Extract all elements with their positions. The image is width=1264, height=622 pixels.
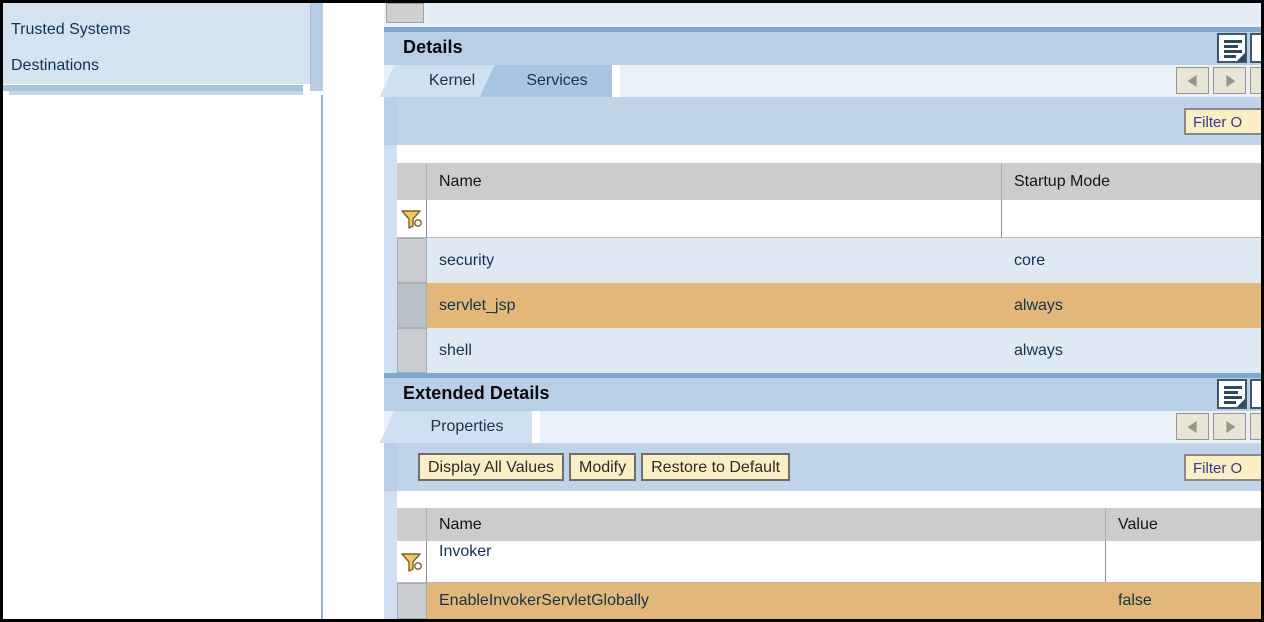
details-tabstrip: Kernel Services <box>379 65 1261 97</box>
modify-button[interactable]: Modify <box>568 453 637 481</box>
top-partial-row <box>384 3 1261 28</box>
document-list-icon[interactable] <box>1217 33 1247 63</box>
extended-details-toolbar-inner: Display All Values Modify Restore to Def… <box>397 443 1261 491</box>
details-row-selector[interactable] <box>397 238 427 283</box>
extended-details-tab-nav <box>1176 413 1261 440</box>
table-row[interactable]: EnableInvokerServletGlobally false <box>397 583 1261 619</box>
extended-details-tabstrip: Properties <box>379 411 1261 443</box>
details-header-selector-cell <box>397 163 427 200</box>
details-cell-name: servlet_jsp <box>439 296 516 314</box>
details-toolbar-inner: Filter O <box>397 97 1261 145</box>
details-cell-startup-mode: core <box>1014 251 1046 269</box>
sidebar-right-fill <box>310 3 323 91</box>
tab-properties[interactable]: Properties <box>379 411 532 443</box>
details-toolbar: Filter O <box>384 97 1261 145</box>
extended-details-column-header-value[interactable]: Value <box>1106 508 1261 541</box>
table-row[interactable]: servlet_jsp always <box>397 283 1261 329</box>
details-tab-nav <box>1176 67 1261 94</box>
details-table-header-row: Name Startup Mode <box>397 163 1261 200</box>
tab-divider <box>612 65 620 97</box>
details-section-header: Details <box>384 32 1261 65</box>
extended-details-table-filter-row: Invoker <box>397 541 1261 583</box>
sidebar-item-trusted-systems[interactable]: Trusted Systems <box>3 12 310 48</box>
chevron-left-icon[interactable] <box>1176 413 1209 440</box>
extended-details-table-left-strip <box>384 491 397 619</box>
details-cell-name: shell <box>439 341 472 359</box>
tab-services-label: Services <box>526 72 588 89</box>
table-row[interactable]: shell always <box>397 328 1261 374</box>
details-cell-startup-mode: always <box>1014 341 1063 359</box>
extended-details-button-group: Display All Values Modify Restore to Def… <box>418 453 791 481</box>
extended-details-header-selector-cell <box>397 508 427 541</box>
application-window: Trusted Systems Destinations Details Ker… <box>0 0 1264 622</box>
extended-details-row-selector[interactable] <box>397 583 427 619</box>
main-content-area: Details Kernel Services Filter O Name St… <box>379 3 1261 619</box>
extended-details-filter-options-button[interactable]: Filter O <box>1184 454 1261 481</box>
details-column-header-startup-mode[interactable]: Startup Mode <box>1002 163 1261 200</box>
extended-details-toolbar: Display All Values Modify Restore to Def… <box>384 443 1261 491</box>
display-all-values-button[interactable]: Display All Values <box>418 453 564 481</box>
extended-details-column-header-name[interactable]: Name <box>427 508 1106 541</box>
sidebar-item-partial[interactable] <box>3 3 310 12</box>
extended-details-filter-input-name[interactable]: Invoker <box>427 541 1106 583</box>
details-filter-options-button[interactable]: Filter O <box>1184 108 1261 135</box>
document-list-icon[interactable] <box>1217 379 1247 409</box>
details-cell-name: security <box>439 251 495 269</box>
tab-kernel-label: Kernel <box>428 72 476 89</box>
details-header-icon-partial[interactable] <box>1250 33 1261 63</box>
tab-divider <box>532 411 540 443</box>
filter-funnel-icon[interactable] <box>397 541 427 583</box>
filter-funnel-icon[interactable] <box>397 200 427 238</box>
extended-details-cell-value: false <box>1118 592 1152 609</box>
panel-gap <box>323 3 384 619</box>
extended-details-header-icon-partial[interactable] <box>1250 379 1261 409</box>
details-filter-input-startup-mode[interactable] <box>1002 200 1261 238</box>
details-cell-startup-mode: always <box>1014 296 1063 314</box>
sidebar-nav-panel: Trusted Systems Destinations <box>3 3 311 84</box>
extended-details-table-header-row: Name Value <box>397 508 1261 541</box>
sidebar-empty-area <box>3 95 323 619</box>
chevron-right-icon[interactable] <box>1213 67 1246 94</box>
extended-details-tab-nav-partial[interactable] <box>1250 413 1261 440</box>
restore-to-default-button[interactable]: Restore to Default <box>641 453 791 481</box>
tab-properties-label: Properties <box>430 418 504 435</box>
details-table-filter-row <box>397 200 1261 238</box>
details-row-selector[interactable] <box>397 283 427 328</box>
navigation-sidebar: Trusted Systems Destinations <box>3 3 323 98</box>
details-tab-nav-partial[interactable] <box>1250 67 1261 94</box>
top-partial-row-selector[interactable] <box>386 3 424 23</box>
tab-services[interactable]: Services <box>479 65 612 97</box>
chevron-right-icon[interactable] <box>1213 413 1246 440</box>
extended-details-cell-name: EnableInvokerServletGlobally <box>439 592 649 609</box>
extended-details-table: Name Value Invoker EnableInvokerServletG… <box>384 491 1261 619</box>
table-row[interactable]: security core <box>397 238 1261 284</box>
extended-details-filter-input-value[interactable] <box>1106 541 1261 583</box>
sidebar-item-destinations[interactable]: Destinations <box>3 48 310 84</box>
chevron-left-icon[interactable] <box>1176 67 1209 94</box>
extended-details-section-header: Extended Details <box>384 378 1261 411</box>
details-header-icons <box>1217 33 1261 63</box>
extended-details-header-icons <box>1217 379 1261 409</box>
details-column-header-name[interactable]: Name <box>427 163 1002 200</box>
details-filter-input-name[interactable] <box>427 200 1002 238</box>
details-table: Name Startup Mode security core servlet_… <box>384 145 1261 374</box>
extended-details-title: Extended Details <box>403 383 550 403</box>
top-partial-row-body <box>428 3 1261 23</box>
details-title: Details <box>403 37 463 57</box>
details-table-left-strip <box>384 145 397 373</box>
details-row-selector[interactable] <box>397 328 427 373</box>
